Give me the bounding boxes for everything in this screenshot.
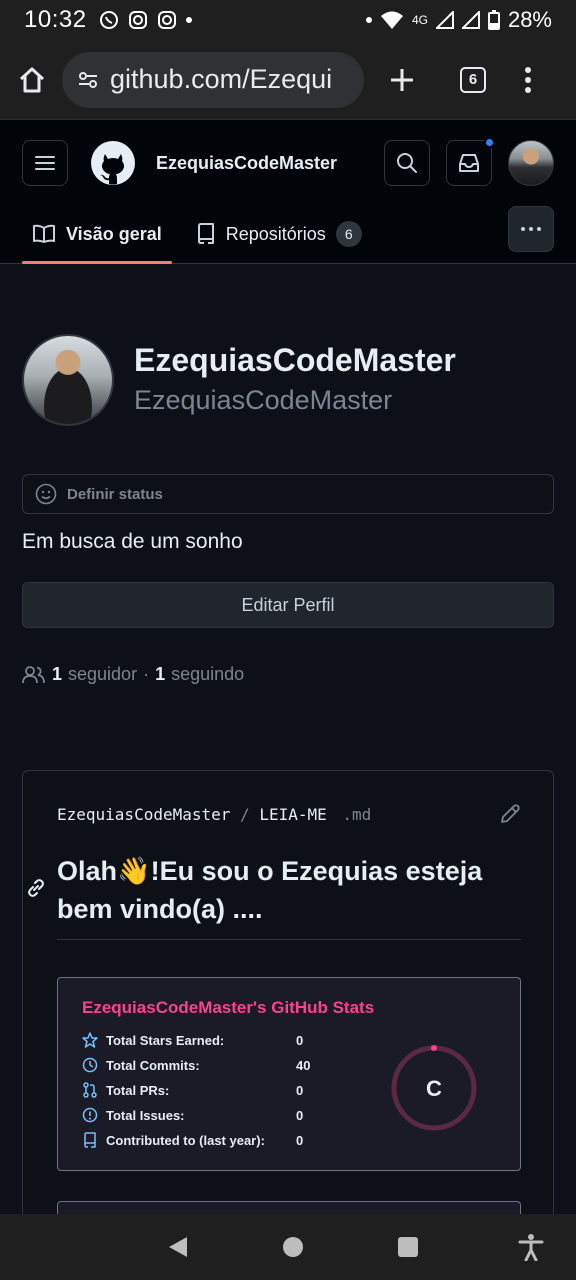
inbox-icon bbox=[459, 154, 479, 172]
issue-icon bbox=[82, 1107, 98, 1123]
stat-value: 0 bbox=[296, 1032, 304, 1048]
rank-grade: C bbox=[426, 1076, 442, 1101]
path-separator: / bbox=[240, 805, 250, 824]
set-status-label: Definir status bbox=[67, 485, 163, 503]
stat-value: 40 bbox=[296, 1057, 311, 1073]
alert-dot bbox=[365, 17, 372, 23]
profile-readme: EzequiasCodeMaster / LEIA-ME .md Olah👋!E… bbox=[22, 770, 554, 1230]
repo-icon bbox=[197, 223, 214, 244]
stats-row: Total Stars Earned: 0 bbox=[82, 1032, 336, 1048]
more-tabs-button[interactable] bbox=[508, 206, 554, 252]
stats-title: EzequiasCodeMaster's GitHub Stats bbox=[82, 998, 375, 1017]
tab-overview-label: Visão geral bbox=[66, 223, 162, 244]
profile-bio: Em busca de um sonho bbox=[22, 530, 243, 553]
readme-repo-link[interactable]: EzequiasCodeMaster bbox=[57, 805, 230, 824]
github-stats-card: EzequiasCodeMaster's GitHub Stats Total … bbox=[57, 977, 521, 1171]
stats-row: Total PRs: 0 bbox=[82, 1082, 336, 1098]
address-bar[interactable]: github.com/Ezequi bbox=[62, 51, 364, 108]
new-tab-icon[interactable] bbox=[388, 66, 416, 94]
repo-count-badge: 6 bbox=[335, 221, 362, 247]
edit-profile-button[interactable]: Editar Perfil bbox=[22, 582, 554, 628]
pencil-icon[interactable] bbox=[499, 803, 521, 825]
signal-icon bbox=[435, 11, 454, 29]
notification-icons bbox=[99, 10, 192, 30]
readme-file-name: LEIA-ME bbox=[259, 805, 327, 824]
accessibility-icon[interactable] bbox=[518, 1233, 544, 1261]
set-status-button[interactable]: Definir status bbox=[22, 474, 554, 514]
stat-value: 0 bbox=[296, 1132, 304, 1148]
stat-value: 0 bbox=[296, 1107, 304, 1123]
more-notifications-dot bbox=[185, 17, 192, 23]
rank-ring: C bbox=[391, 1045, 477, 1131]
profile-header: EzequiasCodeMaster EzequiasCodeMaster bbox=[22, 334, 554, 426]
search-button[interactable] bbox=[384, 140, 430, 186]
readme-heading: Olah👋!Eu sou o Ezequias esteja bem vindo… bbox=[57, 853, 521, 940]
network-type: 4G bbox=[411, 13, 428, 27]
stats-row: Contributed to (last year): 0 bbox=[82, 1132, 336, 1148]
profile-name: EzequiasCodeMaster bbox=[134, 342, 456, 378]
pull-request-icon bbox=[83, 1082, 97, 1098]
url-text[interactable]: github.com/Ezequi bbox=[110, 64, 332, 95]
followers-count[interactable]: 1 bbox=[52, 664, 62, 685]
stat-label: Total Commits: bbox=[106, 1057, 200, 1073]
whatsapp-icon bbox=[99, 11, 118, 29]
stats-row: Total Commits: 40 bbox=[82, 1057, 336, 1073]
stat-value: 0 bbox=[296, 1082, 304, 1098]
smiley-icon bbox=[35, 483, 57, 505]
readme-path: EzequiasCodeMaster / LEIA-ME .md bbox=[57, 805, 371, 824]
following-count[interactable]: 1 bbox=[155, 664, 165, 685]
header-username[interactable]: EzequiasCodeMaster bbox=[156, 153, 337, 174]
inbox-button[interactable] bbox=[446, 137, 495, 186]
book-icon bbox=[33, 224, 55, 243]
browser-toolbar: github.com/Ezequi 6 bbox=[0, 40, 576, 120]
unread-indicator bbox=[484, 137, 495, 148]
hamburger-icon bbox=[35, 156, 55, 170]
tab-repositories[interactable]: Repositórios 6 bbox=[186, 206, 372, 262]
profile-login: EzequiasCodeMaster bbox=[134, 385, 393, 415]
instagram-icon bbox=[128, 11, 147, 29]
battery-level: 28% bbox=[507, 7, 552, 32]
repo-icon bbox=[84, 1132, 96, 1148]
stat-label: Contributed to (last year): bbox=[106, 1132, 265, 1148]
stats-row: Total Issues: 0 bbox=[82, 1107, 336, 1123]
star-icon bbox=[82, 1032, 98, 1048]
hamburger-menu-button[interactable] bbox=[22, 140, 68, 186]
following-label[interactable]: seguindo bbox=[171, 664, 244, 685]
wifi-icon bbox=[380, 11, 403, 29]
instagram-icon bbox=[157, 11, 176, 29]
tab-overview[interactable]: Visão geral bbox=[22, 206, 172, 264]
stat-label: Total Issues: bbox=[106, 1107, 185, 1123]
android-navigation-bar bbox=[0, 1214, 576, 1280]
history-icon bbox=[82, 1057, 98, 1073]
signal-icon bbox=[461, 11, 480, 29]
battery-icon bbox=[487, 10, 500, 30]
back-icon[interactable] bbox=[167, 1235, 189, 1259]
readme-file-ext: .md bbox=[342, 805, 372, 824]
home-icon[interactable] bbox=[16, 64, 48, 96]
people-icon bbox=[22, 665, 45, 683]
site-settings-icon[interactable] bbox=[76, 68, 100, 92]
user-avatar[interactable] bbox=[508, 140, 554, 186]
follow-separator: · bbox=[143, 664, 150, 684]
github-header: EzequiasCodeMaster Visão geral Repositór… bbox=[0, 120, 576, 264]
follow-stats: 1 seguidor · 1 seguindo bbox=[22, 664, 244, 685]
profile-avatar[interactable] bbox=[22, 334, 114, 426]
anchor-link-icon[interactable] bbox=[25, 877, 47, 899]
stat-label: Total PRs: bbox=[106, 1082, 170, 1098]
recents-icon[interactable] bbox=[397, 1236, 419, 1258]
home-button-icon[interactable] bbox=[282, 1236, 304, 1258]
clock: 10:32 bbox=[24, 6, 87, 33]
tab-switcher-button[interactable]: 6 bbox=[460, 66, 486, 93]
kebab-menu-icon[interactable] bbox=[524, 66, 532, 93]
followers-label[interactable]: seguidor bbox=[68, 664, 137, 685]
stat-label: Total Stars Earned: bbox=[106, 1032, 225, 1048]
github-logo-icon[interactable] bbox=[90, 140, 136, 186]
search-icon bbox=[397, 153, 417, 173]
tab-repositories-label: Repositórios bbox=[225, 223, 326, 244]
system-status-bar: 10:32 4G 28% bbox=[0, 0, 576, 40]
